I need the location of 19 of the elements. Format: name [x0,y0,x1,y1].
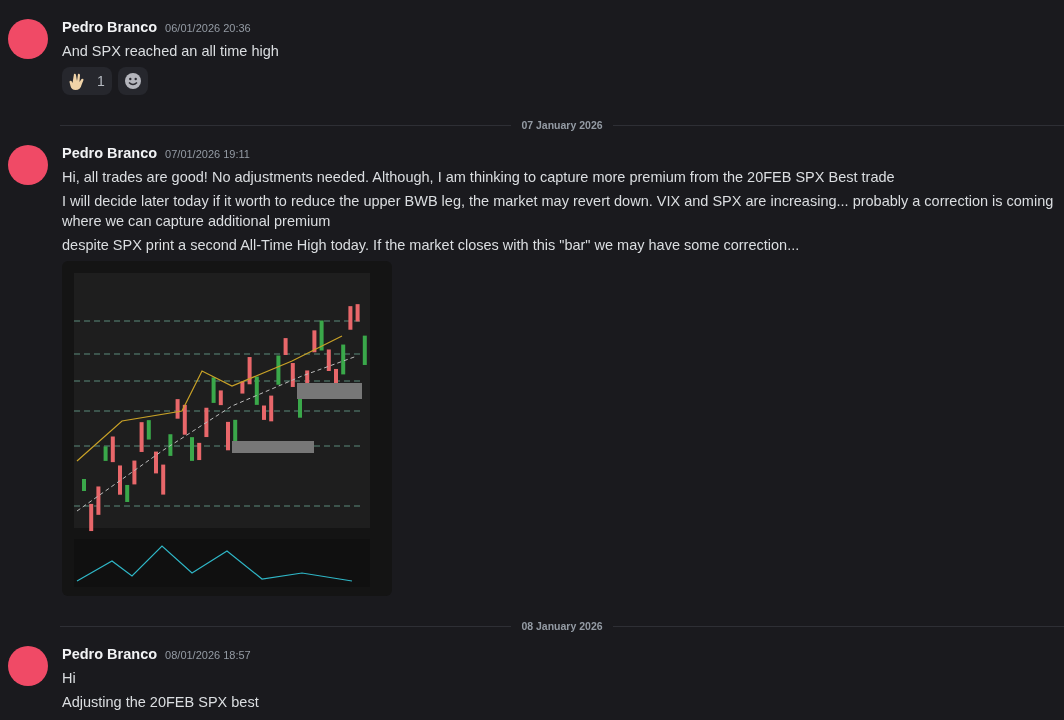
message-text: And SPX reached an all time high [62,42,279,61]
message-text: Hi, all trades are good! No adjustments needed. Although, I am thinking to capture more premium from the 20FEB SPX Best trade [62,168,896,187]
message-text: Hi [62,669,77,688]
avatar[interactable] [8,19,48,59]
author-name[interactable]: Pedro Branco [62,646,158,662]
reaction-button[interactable]: 1 [62,67,112,95]
avatar[interactable] [8,646,48,686]
author-name[interactable]: Pedro Branco [62,145,158,161]
avatar[interactable] [8,145,48,185]
date-divider: 08 January 2026 [521,620,603,632]
add-reaction-button[interactable] [117,67,148,95]
message-text: Adjusting the 20FEB SPX best [62,693,259,712]
timestamp: 07/01/2026 19:11 [165,148,250,160]
date-divider: 07 January 2026 [521,119,603,131]
author-name[interactable]: Pedro Branco [62,19,158,35]
timestamp: 08/01/2026 18:57 [165,649,251,661]
timestamp: 06/01/2026 20:36 [165,22,251,34]
message-text: despite SPX print a second All-Time High today. If the market closes with this "bar" we may have some correction... [62,236,801,255]
smiley-icon [123,72,142,90]
